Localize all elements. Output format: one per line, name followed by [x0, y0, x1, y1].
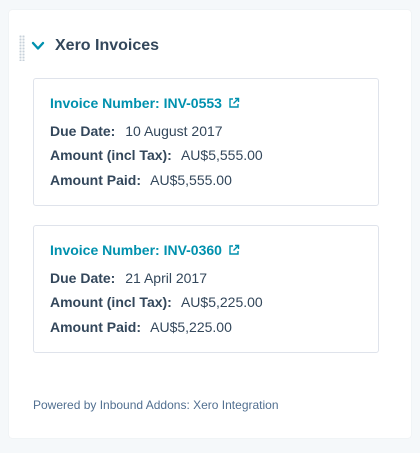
section-title: Xero Invoices: [55, 37, 160, 54]
section-header[interactable]: Xero Invoices: [31, 35, 159, 57]
drag-handle-icon[interactable]: [19, 35, 25, 61]
external-link-icon[interactable]: [228, 244, 240, 256]
due-date-value: 21 April 2017: [125, 270, 207, 286]
invoice-number-label[interactable]: Invoice Number: INV-0553: [50, 95, 222, 111]
due-date-label: Due Date:: [50, 270, 116, 286]
amount-value: AU$5,555.00: [180, 147, 263, 163]
amount-row: Amount (incl Tax): AU$5,225.00: [50, 294, 263, 310]
due-date-row: Due Date: 21 April 2017: [50, 270, 207, 286]
chevron-down-icon[interactable]: [31, 39, 45, 53]
powered-by-footer: Powered by Inbound Addons: Xero Integrat…: [33, 398, 279, 412]
invoice-card: Invoice Number: INV-0553 Due Date: 10 Au…: [33, 78, 379, 206]
amount-label: Amount (incl Tax):: [50, 294, 172, 310]
amount-value: AU$5,225.00: [180, 294, 263, 310]
amount-paid-label: Amount Paid:: [50, 172, 141, 188]
amount-paid-label: Amount Paid:: [50, 319, 141, 335]
amount-paid-row: Amount Paid: AU$5,555.00: [50, 172, 232, 188]
amount-row: Amount (incl Tax): AU$5,555.00: [50, 147, 263, 163]
xero-invoices-panel: Xero Invoices Invoice Number: INV-0553 D…: [9, 10, 411, 438]
external-link-icon[interactable]: [228, 97, 240, 109]
due-date-label: Due Date:: [50, 123, 116, 139]
invoice-number-label[interactable]: Invoice Number: INV-0360: [50, 242, 222, 258]
amount-paid-value: AU$5,225.00: [150, 319, 232, 335]
amount-paid-value: AU$5,555.00: [150, 172, 232, 188]
invoice-number-link[interactable]: Invoice Number: INV-0553: [50, 95, 240, 111]
amount-paid-row: Amount Paid: AU$5,225.00: [50, 319, 232, 335]
due-date-value: 10 August 2017: [125, 123, 223, 139]
invoice-number-link[interactable]: Invoice Number: INV-0360: [50, 242, 240, 258]
invoice-card: Invoice Number: INV-0360 Due Date: 21 Ap…: [33, 225, 379, 353]
due-date-row: Due Date: 10 August 2017: [50, 123, 223, 139]
amount-label: Amount (incl Tax):: [50, 147, 172, 163]
